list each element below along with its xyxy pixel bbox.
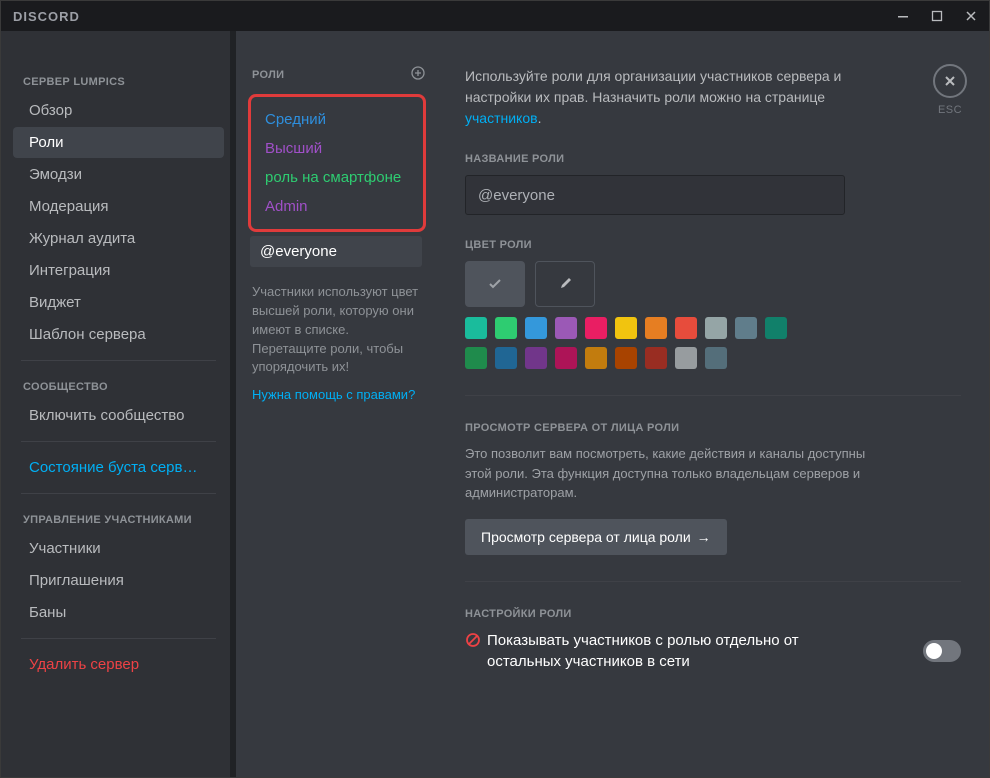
role-entry[interactable]: Admin [259,192,415,221]
sidebar-header-community: СООБЩЕСТВО [7,371,230,399]
sidebar-item-roles[interactable]: Роли [13,127,224,158]
roles-description: Используйте роли для организации участни… [465,66,895,129]
close-icon[interactable] [963,8,979,24]
view-as-role-desc: Это позволит вам посмотреть, какие дейст… [465,444,895,503]
title-bar: DISCORD [1,1,989,31]
color-swatch[interactable] [675,317,697,339]
default-color-swatch[interactable] [465,261,525,307]
role-name-label: НАЗВАНИЕ РОЛИ [465,153,961,165]
role-entry[interactable]: роль на смартфоне [259,163,415,192]
sidebar-separator [21,360,216,361]
sidebar-item-integration[interactable]: Интеграция [13,255,224,286]
role-entry-everyone[interactable]: @everyone [250,236,422,267]
setting-display-separately-toggle[interactable] [923,640,961,662]
setting-display-separately-label: Показывать участников с ролью отдельно о… [487,630,825,672]
color-swatch[interactable] [705,317,727,339]
app-brand: DISCORD [13,9,80,24]
sidebar-item-moderation[interactable]: Модерация [13,191,224,222]
color-presets-row [465,261,961,307]
view-as-role-button[interactable]: Просмотр сервера от лица роли → [465,519,727,555]
role-entry[interactable]: Средний [259,105,415,134]
sidebar-separator [21,493,216,494]
role-entry[interactable]: Высший [259,134,415,163]
color-swatch[interactable] [555,347,577,369]
sidebar-item-audit[interactable]: Журнал аудита [13,223,224,254]
add-role-icon[interactable] [411,66,425,84]
window-controls [895,8,979,24]
sidebar-item-enable-community[interactable]: Включить сообщество [13,400,224,431]
forbidden-icon [465,632,481,655]
sidebar-item-boost-status[interactable]: Состояние буста серв… [13,452,224,483]
color-swatch[interactable] [645,347,667,369]
color-swatch[interactable] [645,317,667,339]
arrow-right-icon: → [697,529,711,545]
color-swatch[interactable] [675,347,697,369]
color-swatch[interactable] [705,347,727,369]
color-swatch[interactable] [525,317,547,339]
sidebar-item-template[interactable]: Шаблон сервера [13,319,224,350]
sidebar-separator [21,441,216,442]
close-esc-group: ESC [933,64,967,116]
color-swatch[interactable] [495,317,517,339]
divider [465,581,961,582]
role-settings-label: НАСТРОЙКИ РОЛИ [465,608,961,620]
color-swatches [465,317,805,369]
sidebar-item-widget[interactable]: Виджет [13,287,224,318]
sidebar-separator [21,638,216,639]
sidebar-item-members[interactable]: Участники [13,533,224,564]
roles-ordering-note: Участники используют цвет высшей роли, к… [252,267,429,387]
sidebar-item-overview[interactable]: Обзор [13,95,224,126]
sidebar-header-server: СЕРВЕР LUMPICS [7,66,230,94]
role-name-input[interactable]: @everyone [465,175,845,215]
permissions-help-link[interactable]: Нужна помощь с правами? [252,387,429,402]
close-button[interactable] [933,64,967,98]
color-swatch[interactable] [495,347,517,369]
settings-sidebar: СЕРВЕР LUMPICS Обзор Роли Эмодзи Модерац… [1,31,236,777]
maximize-icon[interactable] [929,8,945,24]
role-settings-panel: ESC Используйте роли для организации уча… [441,31,989,777]
sidebar-item-invites[interactable]: Приглашения [13,565,224,596]
members-page-link[interactable]: участников [465,110,538,126]
roles-list-column: РОЛИ СреднийВысшийроль на смартфонеAdmin… [236,31,441,777]
sidebar-item-delete-server[interactable]: Удалить сервер [13,649,224,680]
app-body: СЕРВЕР LUMPICS Обзор Роли Эмодзи Модерац… [1,31,989,777]
color-swatch[interactable] [585,347,607,369]
color-swatch[interactable] [465,347,487,369]
window-frame: DISCORD СЕРВЕР LUMPICS Обзор Роли Эмодзи… [0,0,990,778]
sidebar-header-members-mgmt: УПРАВЛЕНИЕ УЧАСТНИКАМИ [7,504,230,532]
color-swatch[interactable] [525,347,547,369]
minimize-icon[interactable] [895,8,911,24]
color-swatch[interactable] [615,317,637,339]
setting-display-separately: Показывать участников с ролью отдельно о… [465,630,961,672]
view-as-role-label: ПРОСМОТР СЕРВЕРА ОТ ЛИЦА РОЛИ [465,422,961,434]
role-color-label: ЦВЕТ РОЛИ [465,239,961,251]
sidebar-item-bans[interactable]: Баны [13,597,224,628]
color-swatch[interactable] [765,317,787,339]
color-swatch[interactable] [585,317,607,339]
roles-highlight-box: СреднийВысшийроль на смартфонеAdmin [248,94,426,232]
divider [465,395,961,396]
custom-color-swatch[interactable] [535,261,595,307]
roles-column-title: РОЛИ [252,69,284,81]
color-swatch[interactable] [615,347,637,369]
color-swatch[interactable] [555,317,577,339]
eyedropper-icon [557,276,573,292]
color-swatch[interactable] [465,317,487,339]
sidebar-item-emoji[interactable]: Эмодзи [13,159,224,190]
esc-label: ESC [933,104,967,116]
color-swatch[interactable] [735,317,757,339]
